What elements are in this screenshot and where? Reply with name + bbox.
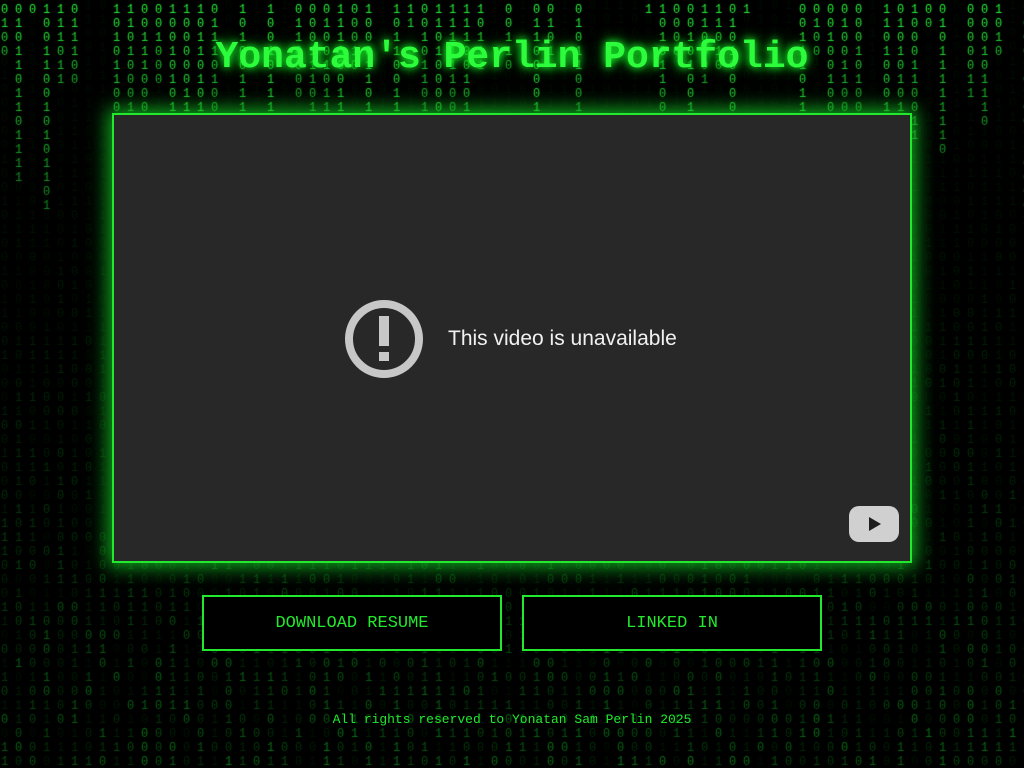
youtube-play-icon[interactable] [849,506,899,542]
linkedin-button[interactable]: LINKED IN [522,595,822,651]
video-error-message: This video is unavailable [344,298,677,380]
page-title: Yonatan's Perlin Portfolio [215,36,809,79]
exclamation-circle-icon [345,300,423,378]
download-resume-button[interactable]: DOWNLOAD RESUME [202,595,502,651]
video-unavailable-text: This video is unavailable [448,327,677,350]
video-player[interactable]: This video is unavailable [112,113,912,563]
footer-copyright: All rights reserved to Yonatan Sam Perli… [332,712,692,727]
